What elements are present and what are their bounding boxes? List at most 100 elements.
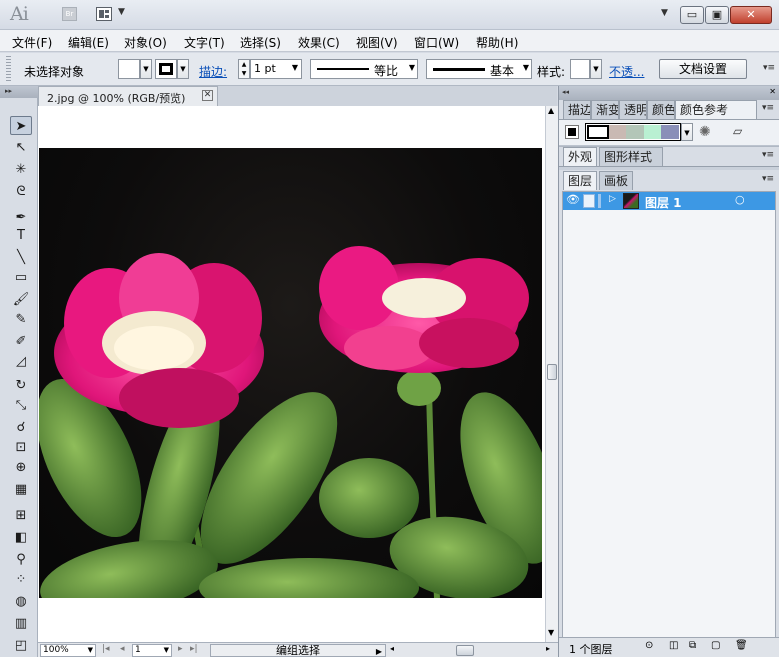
fill-swatch[interactable] <box>118 59 140 79</box>
placed-image-peonies[interactable] <box>39 148 542 598</box>
line-tool-icon[interactable]: ╲ <box>10 248 32 267</box>
control-bar-grip[interactable] <box>6 56 11 82</box>
menu-window[interactable]: 窗口(W) <box>414 34 459 51</box>
maximize-button[interactable]: ▣ <box>705 6 729 24</box>
create-sublayer-icon[interactable]: ⧉ <box>689 640 696 651</box>
create-new-layer-icon[interactable]: ▢ <box>711 640 720 651</box>
stroke-weight-stepper-icon[interactable]: ▲ ▼ <box>238 59 250 79</box>
variable-width-profile[interactable]: 等比 ▼ <box>310 59 418 79</box>
blend-tool-icon[interactable]: ⁘ <box>10 570 32 589</box>
tab-color[interactable]: 颜色 <box>647 100 675 119</box>
stroke-weight-dropdown-icon[interactable]: ▼ <box>292 63 298 72</box>
make-clipping-mask-icon[interactable]: ◫ <box>669 640 678 651</box>
stroke-swatch[interactable] <box>155 59 177 79</box>
scale-tool-icon[interactable]: ⤡ <box>10 396 32 415</box>
color-wheel-icon[interactable]: ✺ <box>699 124 711 140</box>
guide-swatch-5[interactable] <box>661 125 679 139</box>
tab-graphic-styles[interactable]: 图形样式 <box>599 147 663 166</box>
artboard-canvas[interactable] <box>38 106 545 642</box>
guide-swatch-3[interactable] <box>626 125 644 139</box>
bridge-icon[interactable]: Br <box>62 7 77 21</box>
eraser-tool-icon[interactable]: ◿ <box>10 352 32 371</box>
status-mode-dropdown[interactable]: 编组选择 ▶ <box>210 644 386 657</box>
graphic-style-swatch[interactable] <box>570 59 590 79</box>
shape-builder-tool-icon[interactable]: ⊕ <box>10 458 32 477</box>
profile-dropdown-icon[interactable]: ▼ <box>409 63 415 72</box>
layer-lock-toggle[interactable] <box>583 194 595 208</box>
mesh-tool-icon[interactable]: ⊞ <box>10 506 32 525</box>
magic-wand-tool-icon[interactable]: ✳ <box>10 160 32 179</box>
arrange-documents-icon[interactable] <box>96 7 112 21</box>
selection-tool-icon[interactable]: ➤ <box>10 116 32 135</box>
next-artboard-icon[interactable]: ▸ <box>178 644 183 654</box>
scroll-down-icon[interactable]: ▼ <box>548 628 554 637</box>
harmony-dropdown-icon[interactable]: ▼ <box>681 123 693 141</box>
tab-transparency[interactable]: 透明 <box>619 100 647 119</box>
direct-selection-tool-icon[interactable]: ↖ <box>10 138 32 157</box>
pencil-tool-icon[interactable]: ✎ <box>10 310 32 329</box>
locate-object-icon[interactable]: ⊙ <box>645 640 653 651</box>
stroke-weight-field[interactable]: 1 pt ▼ <box>250 59 302 79</box>
layers-panel-menu-icon[interactable]: ▾≡ <box>762 174 774 184</box>
control-bar-menu-icon[interactable]: ▾≡ <box>763 63 775 73</box>
last-artboard-icon[interactable]: ▸| <box>190 644 198 654</box>
color-panel-menu-icon[interactable]: ▾≡ <box>762 103 774 113</box>
menu-edit[interactable]: 编辑(E) <box>68 34 109 51</box>
hscroll-right-icon[interactable]: ▸ <box>546 644 550 653</box>
layer-row[interactable]: 👁 ▷ 图层 1 ○ <box>563 192 775 210</box>
tab-layers[interactable]: 图层 <box>563 171 597 190</box>
appearance-panel-menu-icon[interactable]: ▾≡ <box>762 150 774 160</box>
blob-brush-tool-icon[interactable]: ✐ <box>10 332 32 351</box>
layer-name[interactable]: 图层 1 <box>645 194 682 211</box>
close-document-icon[interactable]: ✕ <box>202 90 213 101</box>
delete-layer-icon[interactable]: 🗑 <box>735 640 748 651</box>
color-panel-header[interactable]: ◂◂ ✕ <box>559 86 779 100</box>
menu-file[interactable]: 文件(F) <box>12 34 52 51</box>
rotate-tool-icon[interactable]: ↻ <box>10 376 32 395</box>
artboard-index-field[interactable]: 1 ▼ <box>132 644 172 657</box>
gradient-tool-icon[interactable]: ◧ <box>10 528 32 547</box>
canvas-vertical-scrollbar[interactable]: ▲ ▼ <box>545 106 558 642</box>
layer-target-icon[interactable]: ○ <box>735 193 745 206</box>
menu-object[interactable]: 对象(O) <box>124 34 167 51</box>
base-color-swatch[interactable] <box>565 125 579 139</box>
perspective-grid-tool-icon[interactable]: ▦ <box>10 480 32 499</box>
zoom-field[interactable]: 100% ▼ <box>40 644 96 657</box>
fill-dropdown-icon[interactable]: ▼ <box>140 59 152 79</box>
stroke-dropdown-icon[interactable]: ▼ <box>177 59 189 79</box>
arrange-documents-dropdown-icon[interactable]: ▼ <box>118 7 125 17</box>
menu-select[interactable]: 选择(S) <box>240 34 281 51</box>
layer-visibility-eye-icon[interactable]: 👁 <box>566 193 580 206</box>
brush-definition[interactable]: 基本 ▼ <box>426 59 532 79</box>
artboard-tool-icon[interactable]: ◰ <box>10 636 32 655</box>
opacity-link[interactable]: 不透... <box>609 63 644 80</box>
close-window-button[interactable]: ✕ <box>730 6 772 24</box>
pen-tool-icon[interactable]: ✒ <box>10 208 32 227</box>
first-artboard-icon[interactable]: |◂ <box>102 644 110 654</box>
tab-stroke[interactable]: 描边 <box>563 100 591 119</box>
menu-type[interactable]: 文字(T) <box>184 34 225 51</box>
menu-help[interactable]: 帮助(H) <box>476 34 518 51</box>
rectangle-tool-icon[interactable]: ▭ <box>10 268 32 287</box>
column-graph-tool-icon[interactable]: ▥ <box>10 614 32 633</box>
guide-swatch-2[interactable] <box>608 125 627 139</box>
workspace-switcher-icon[interactable]: ▼ <box>661 8 668 18</box>
vertical-scroll-thumb[interactable] <box>547 364 557 380</box>
brush-dropdown-icon[interactable]: ▼ <box>523 63 529 72</box>
free-transform-tool-icon[interactable]: ⊡ <box>10 438 32 457</box>
tab-gradient[interactable]: 渐变 <box>591 100 619 119</box>
save-color-group-icon[interactable]: ▱ <box>733 124 742 138</box>
document-setup-button[interactable]: 文档设置 <box>659 59 747 79</box>
tab-appearance[interactable]: 外观 <box>563 147 597 166</box>
menu-view[interactable]: 视图(V) <box>356 34 398 51</box>
harmony-swatch-strip[interactable] <box>585 123 681 141</box>
eyedropper-tool-icon[interactable]: ⚲ <box>10 550 32 569</box>
type-tool-icon[interactable]: T <box>10 226 32 245</box>
guide-swatch-1[interactable] <box>587 125 609 139</box>
paintbrush-tool-icon[interactable]: 🖌 <box>10 290 32 309</box>
tab-artboards[interactable]: 画板 <box>599 171 633 190</box>
symbol-sprayer-tool-icon[interactable]: ◍ <box>10 592 32 611</box>
lasso-tool-icon[interactable]: ᘓ <box>10 182 32 201</box>
hscroll-left-icon[interactable]: ◂ <box>390 644 394 653</box>
minimize-button[interactable]: ▭ <box>680 6 704 24</box>
